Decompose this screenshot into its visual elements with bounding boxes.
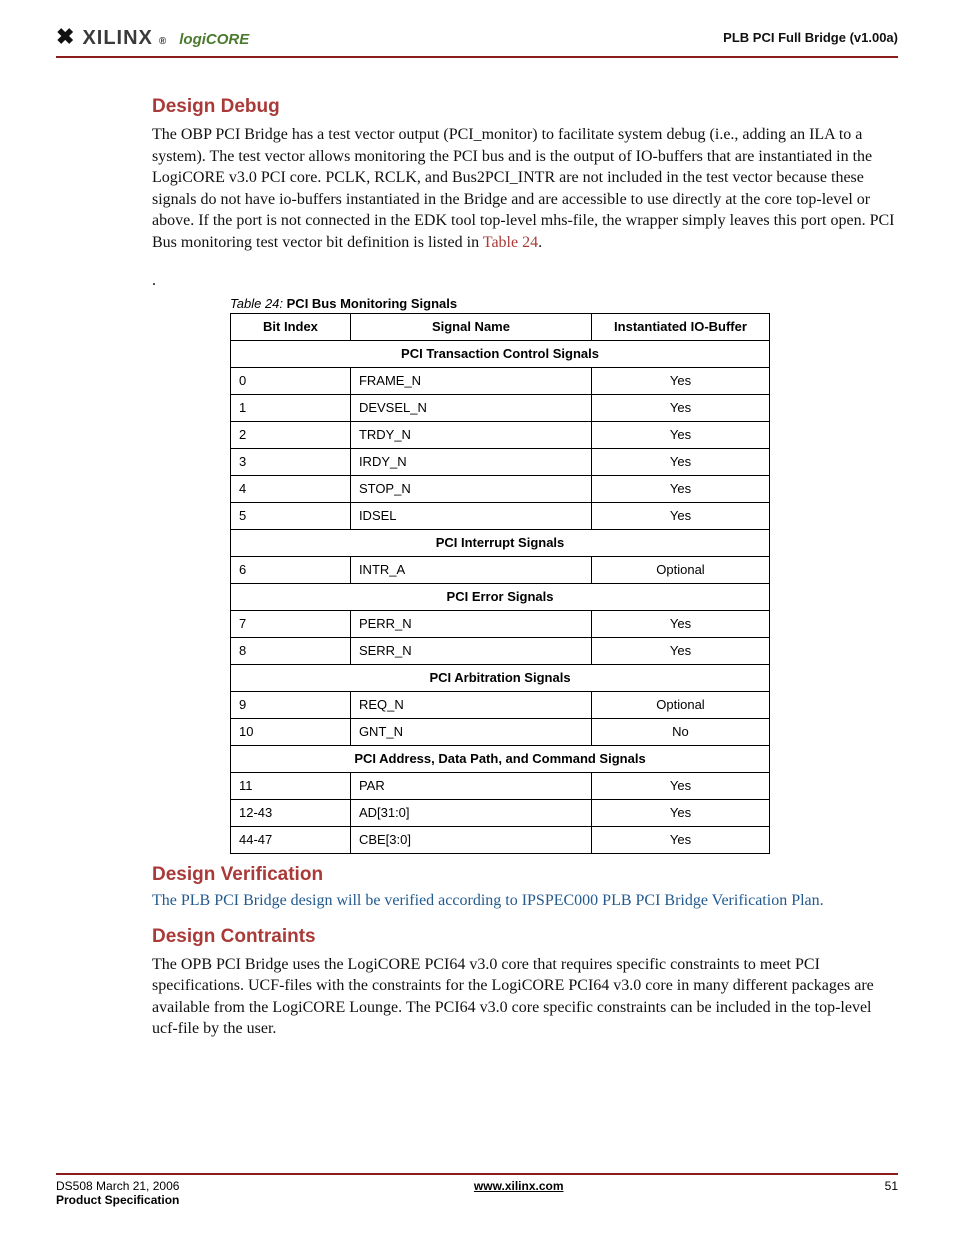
cell-io-buffer: Optional — [591, 556, 769, 583]
table24-caption: Table 24: PCI Bus Monitoring Signals — [230, 296, 770, 311]
cell-bit-index: 3 — [231, 448, 351, 475]
cell-signal-name: INTR_A — [350, 556, 591, 583]
table-row: 4STOP_NYes — [231, 475, 770, 502]
cell-signal-name: AD[31:0] — [350, 799, 591, 826]
cell-io-buffer: No — [591, 718, 769, 745]
cell-bit-index: 10 — [231, 718, 351, 745]
cell-io-buffer: Yes — [591, 394, 769, 421]
table-row: 7PERR_NYes — [231, 610, 770, 637]
cell-io-buffer: Yes — [591, 421, 769, 448]
cell-signal-name: CBE[3:0] — [350, 826, 591, 853]
footer-page-number: 51 — [858, 1179, 898, 1207]
heading-design-constraints: Design Contraints — [152, 926, 898, 948]
table-row: 0FRAME_NYes — [231, 367, 770, 394]
table-row: 3IRDY_NYes — [231, 448, 770, 475]
stray-period: . — [152, 272, 898, 290]
cell-io-buffer: Yes — [591, 637, 769, 664]
cell-signal-name: PERR_N — [350, 610, 591, 637]
page-footer: DS508 March 21, 2006 Product Specificati… — [56, 1173, 898, 1207]
cell-io-buffer: Yes — [591, 799, 769, 826]
footer-doc-type: Product Specification — [56, 1193, 179, 1207]
logo-text: XILINX — [82, 27, 152, 50]
cell-signal-name: STOP_N — [350, 475, 591, 502]
paragraph-design-verification: The PLB PCI Bridge design will be verifi… — [152, 892, 898, 910]
cell-io-buffer: Yes — [591, 475, 769, 502]
table-row: 2TRDY_NYes — [231, 421, 770, 448]
doc-title: PLB PCI Full Bridge (v1.00a) — [723, 30, 898, 45]
heading-design-verification: Design Verification — [152, 864, 898, 886]
table-section-header: PCI Address, Data Path, and Command Sign… — [231, 745, 770, 772]
table-row: 6INTR_AOptional — [231, 556, 770, 583]
table-row: 12-43AD[31:0]Yes — [231, 799, 770, 826]
paragraph-design-debug: The OBP PCI Bridge has a test vector out… — [152, 124, 898, 254]
table-row: 8SERR_NYes — [231, 637, 770, 664]
logo: ✖ XILINX ® logiCORE — [56, 24, 249, 50]
table-section-header: PCI Transaction Control Signals — [231, 340, 770, 367]
cell-io-buffer: Yes — [591, 772, 769, 799]
cell-bit-index: 8 — [231, 637, 351, 664]
table-row: 11PARYes — [231, 772, 770, 799]
table-row: 9REQ_NOptional — [231, 691, 770, 718]
cell-signal-name: SERR_N — [350, 637, 591, 664]
cell-io-buffer: Yes — [591, 502, 769, 529]
footer-doc-id: DS508 March 21, 2006 — [56, 1179, 179, 1193]
logo-mark-icon: ✖ — [56, 24, 74, 50]
table-row: 44-47CBE[3:0]Yes — [231, 826, 770, 853]
logicore-text: logiCORE — [179, 31, 249, 48]
table24: Bit Index Signal Name Instantiated IO-Bu… — [230, 313, 770, 854]
cell-bit-index: 7 — [231, 610, 351, 637]
cell-bit-index: 2 — [231, 421, 351, 448]
cell-bit-index: 11 — [231, 772, 351, 799]
cell-io-buffer: Optional — [591, 691, 769, 718]
cell-bit-index: 0 — [231, 367, 351, 394]
registered-icon: ® — [159, 36, 167, 47]
table24-reference: Table 24 — [483, 234, 538, 251]
table-row: 10GNT_NNo — [231, 718, 770, 745]
th-bit-index: Bit Index — [231, 313, 351, 340]
cell-signal-name: TRDY_N — [350, 421, 591, 448]
th-io-buffer: Instantiated IO-Buffer — [591, 313, 769, 340]
cell-signal-name: REQ_N — [350, 691, 591, 718]
cell-io-buffer: Yes — [591, 610, 769, 637]
paragraph-design-constraints: The OPB PCI Bridge uses the LogiCORE PCI… — [152, 954, 898, 1040]
cell-bit-index: 12-43 — [231, 799, 351, 826]
cell-bit-index: 5 — [231, 502, 351, 529]
cell-bit-index: 1 — [231, 394, 351, 421]
cell-signal-name: GNT_N — [350, 718, 591, 745]
cell-io-buffer: Yes — [591, 448, 769, 475]
cell-bit-index: 9 — [231, 691, 351, 718]
cell-signal-name: DEVSEL_N — [350, 394, 591, 421]
cell-io-buffer: Yes — [591, 826, 769, 853]
table-row: 1DEVSEL_NYes — [231, 394, 770, 421]
cell-signal-name: PAR — [350, 772, 591, 799]
heading-design-debug: Design Debug — [152, 96, 898, 118]
cell-io-buffer: Yes — [591, 367, 769, 394]
cell-bit-index: 4 — [231, 475, 351, 502]
table-section-header: PCI Arbitration Signals — [231, 664, 770, 691]
page-header: ✖ XILINX ® logiCORE PLB PCI Full Bridge … — [56, 24, 898, 58]
cell-bit-index: 44-47 — [231, 826, 351, 853]
table-section-header: PCI Error Signals — [231, 583, 770, 610]
table-row: 5IDSELYes — [231, 502, 770, 529]
cell-bit-index: 6 — [231, 556, 351, 583]
cell-signal-name: FRAME_N — [350, 367, 591, 394]
th-signal-name: Signal Name — [350, 313, 591, 340]
footer-url-link[interactable]: www.xilinx.com — [474, 1179, 564, 1193]
cell-signal-name: IRDY_N — [350, 448, 591, 475]
cell-signal-name: IDSEL — [350, 502, 591, 529]
table-section-header: PCI Interrupt Signals — [231, 529, 770, 556]
